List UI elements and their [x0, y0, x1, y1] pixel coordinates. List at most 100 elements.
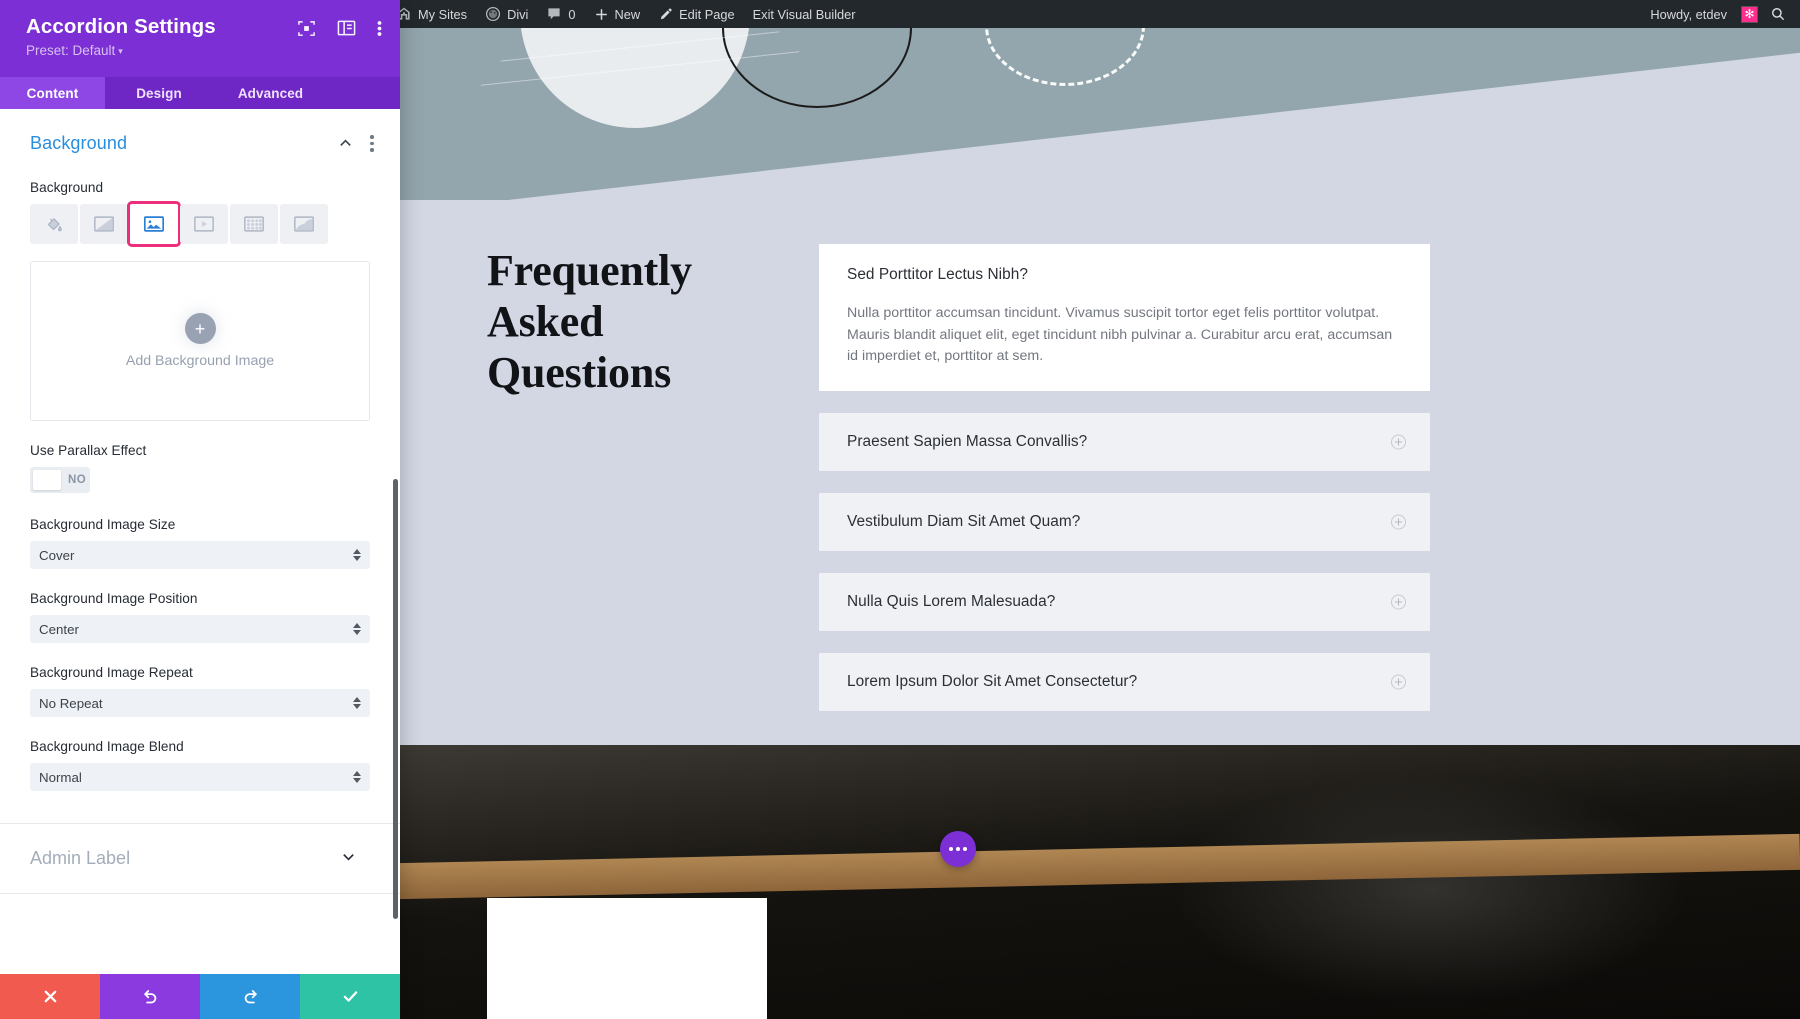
add-background-image-dropzone[interactable]: + Add Background Image [30, 261, 370, 421]
bottom-photo-glow [1170, 775, 1690, 1005]
stepper-arrows-icon [353, 623, 361, 635]
plus-icon[interactable] [1391, 674, 1406, 689]
background-pattern-icon[interactable] [230, 204, 278, 244]
redo-button[interactable] [200, 974, 300, 1019]
background-field-label: Background [30, 180, 104, 195]
exit-visual-builder[interactable]: Exit Visual Builder [744, 0, 865, 28]
tab-design[interactable]: Design [105, 77, 213, 109]
fab-dot [949, 847, 953, 851]
background-image-position-value: Center [39, 621, 79, 637]
dot [370, 141, 374, 146]
panel-layout-icon[interactable] [337, 19, 356, 38]
stepper-arrows-icon [353, 697, 361, 709]
accordion-item-5-toggle[interactable]: Lorem Ipsum Dolor Sit Amet Consectetur? [819, 652, 1430, 711]
howdy-label: Howdy, etdev [1650, 6, 1727, 22]
background-gradient-icon[interactable] [80, 204, 128, 244]
undo-button[interactable] [100, 974, 200, 1019]
plus-icon[interactable] [1391, 594, 1406, 609]
page-preview: Frequently Asked Questions Sed Porttitor… [350, 28, 1800, 1019]
background-color-icon[interactable] [30, 204, 78, 244]
chevron-up-icon[interactable] [338, 136, 353, 151]
background-section-title: Background [30, 133, 128, 153]
background-video-icon[interactable] [180, 204, 228, 244]
background-image-size-label: Background Image Size [30, 517, 176, 532]
new-menu[interactable]: New [585, 0, 650, 28]
page-settings-fab[interactable] [940, 831, 976, 867]
background-image-blend-select[interactable]: Normal [30, 763, 370, 791]
focus-icon[interactable] [297, 19, 316, 38]
preset-selector[interactable]: Preset: Default ▾ [26, 42, 380, 61]
accordion-item-5-question: Lorem Ipsum Dolor Sit Amet Consectetur? [847, 672, 1138, 690]
accordion-item-3-question: Vestibulum Diam Sit Amet Quam? [847, 512, 1081, 530]
accordion-item-2[interactable]: Praesent Sapien Massa Convallis? [819, 412, 1430, 471]
background-image-size-field: Background Image Size Cover [0, 517, 400, 569]
accordion-item-4-toggle[interactable]: Nulla Quis Lorem Malesuada? [819, 572, 1430, 631]
dot [370, 135, 374, 139]
background-image-position-select[interactable]: Center [30, 615, 370, 643]
background-image-repeat-select[interactable]: No Repeat [30, 689, 370, 717]
add-background-image-label: Add Background Image [125, 353, 275, 369]
use-parallax-toggle[interactable]: NO [30, 467, 90, 493]
accordion-item-3[interactable]: Vestibulum Diam Sit Amet Quam? [819, 492, 1430, 551]
tab-advanced[interactable]: Advanced [213, 77, 328, 109]
accordion-item-1-question: Sed Porttitor Lectus Nibh? [847, 266, 1028, 283]
search-icon[interactable] [1760, 0, 1800, 28]
section-options-icon[interactable] [370, 135, 374, 152]
plus-icon[interactable] [1391, 514, 1406, 529]
wp-admin-bar: My Sites Divi 0 New Edit Page Exit Visua… [350, 0, 1800, 28]
chevron-down-icon[interactable] [341, 849, 356, 869]
admin-label-section[interactable]: Admin Label [0, 824, 400, 893]
divi-menu[interactable]: Divi [476, 0, 537, 28]
panel-body: Background Background + Add Background I… [0, 109, 400, 974]
edit-page-menu[interactable]: Edit Page [649, 0, 744, 28]
avatar: ✻ [1741, 5, 1758, 23]
panel-header-icons [297, 19, 382, 38]
toggle-knob [33, 470, 61, 490]
accordion-item-3-toggle[interactable]: Vestibulum Diam Sit Amet Quam? [819, 492, 1430, 551]
background-image-icon[interactable] [127, 201, 181, 247]
section-divider-bottom [0, 893, 400, 894]
background-image-blend-value: Normal [39, 769, 82, 785]
howdy-menu[interactable]: Howdy, etdev ✻ [1641, 0, 1760, 28]
background-mask-icon[interactable] [280, 204, 328, 244]
fab-dot [956, 847, 960, 851]
background-type-buttons [30, 201, 370, 247]
plus-icon[interactable] [1391, 434, 1406, 449]
exit-visual-builder-label: Exit Visual Builder [752, 6, 856, 22]
panel-scrollbar[interactable] [393, 479, 398, 919]
accordion-item-1-open[interactable]: Sed Porttitor Lectus Nibh? Nulla porttit… [819, 244, 1430, 391]
accordion-item-1[interactable]: Sed Porttitor Lectus Nibh? Nulla porttit… [819, 244, 1430, 391]
panel-tabs: Content Design Advanced [0, 77, 400, 109]
stepper-arrows-icon [353, 549, 361, 561]
kebab-menu-icon[interactable] [377, 19, 382, 38]
accordion-item-2-toggle[interactable]: Praesent Sapien Massa Convallis? [819, 412, 1430, 471]
cancel-button[interactable] [0, 974, 100, 1019]
background-image-size-select[interactable]: Cover [30, 541, 370, 569]
faq-heading: Frequently Asked Questions [487, 246, 692, 397]
panel-footer [0, 974, 400, 1019]
accordion-module[interactable]: Sed Porttitor Lectus Nibh? Nulla porttit… [819, 244, 1430, 733]
accordion-item-5[interactable]: Lorem Ipsum Dolor Sit Amet Consectetur? [819, 652, 1430, 711]
background-image-blend-label: Background Image Blend [30, 739, 184, 754]
divi-label: Divi [507, 6, 529, 22]
my-sites-menu[interactable]: My Sites [387, 0, 476, 28]
accordion-item-1-answer: Nulla porttitor accumsan tincidunt. Viva… [847, 305, 1393, 364]
panel-header: Accordion Settings Preset: Default ▾ [0, 0, 400, 77]
preset-label: Preset: Default [26, 43, 116, 58]
background-image-repeat-field: Background Image Repeat No Repeat [0, 665, 400, 717]
save-button[interactable] [300, 974, 400, 1019]
accordion-item-4[interactable]: Nulla Quis Lorem Malesuada? [819, 572, 1430, 631]
background-image-blend-field: Background Image Blend Normal [0, 739, 400, 791]
new-label: New [614, 6, 641, 22]
background-image-repeat-value: No Repeat [39, 695, 103, 711]
background-section-header[interactable]: Background [0, 109, 400, 164]
tab-content[interactable]: Content [0, 77, 105, 109]
my-sites-label: My Sites [418, 6, 468, 22]
faq-section: Frequently Asked Questions Sed Porttitor… [350, 200, 1800, 745]
comments-menu[interactable]: 0 [537, 0, 584, 28]
adminbar-right: Howdy, etdev ✻ [1641, 0, 1800, 28]
plus-icon: + [184, 313, 216, 344]
edit-page-label: Edit Page [679, 6, 735, 22]
admin-label-title: Admin Label [30, 848, 131, 868]
dot [370, 148, 374, 152]
